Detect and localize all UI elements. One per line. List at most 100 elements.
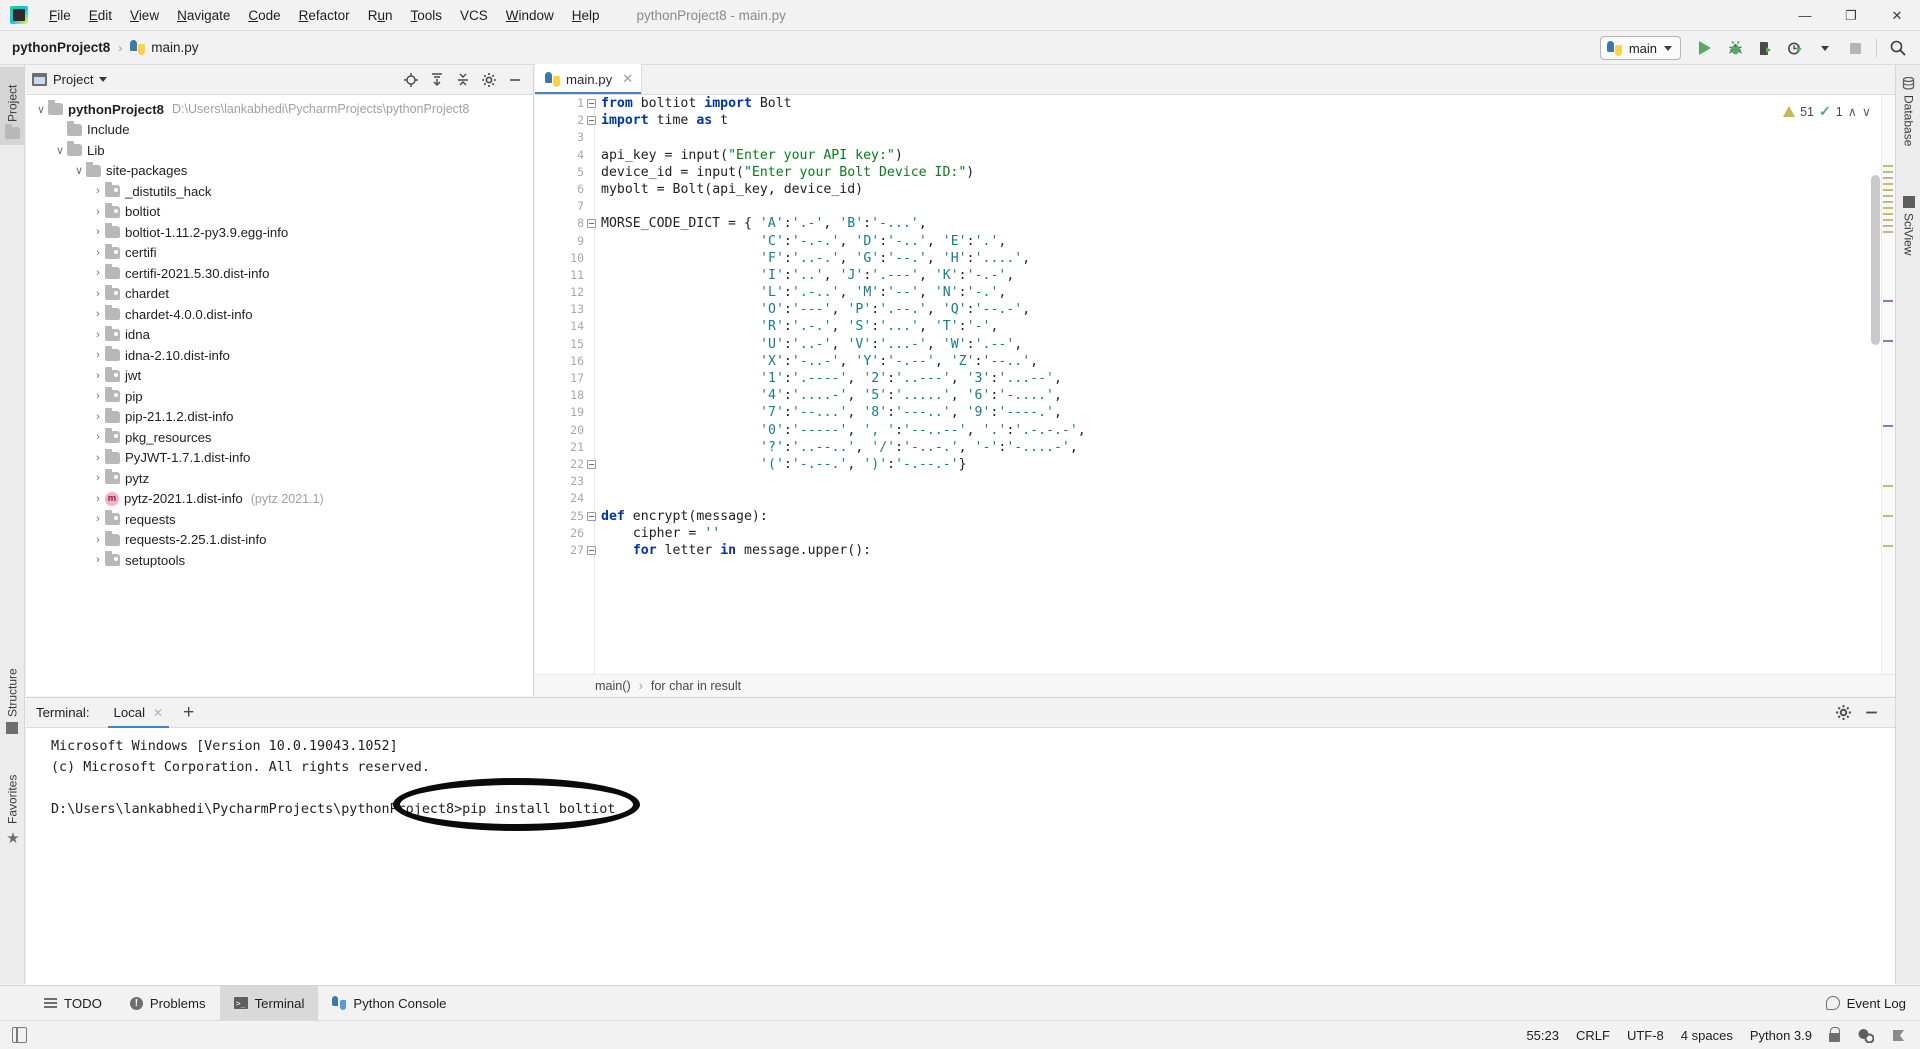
sidebar-item-database[interactable]: Database (1896, 71, 1920, 161)
chevron-down-icon[interactable]: ∨ (72, 164, 86, 178)
tree-item-chardet-4-0-0-dist-info[interactable]: › chardet-4.0.0.dist-info (26, 304, 533, 325)
chevron-right-icon[interactable]: › (91, 533, 105, 547)
collapse-all-button[interactable] (451, 68, 475, 92)
menu-item-vcs[interactable]: VCS (451, 4, 497, 27)
stop-button[interactable] (1841, 35, 1869, 61)
menu-item-edit[interactable]: Edit (80, 4, 121, 27)
menu-item-help[interactable]: Help (563, 4, 609, 27)
profile-button[interactable] (1781, 35, 1809, 61)
inspection-widget[interactable]: 51 ✓ 1 ∧ ∨ (1779, 101, 1875, 122)
chevron-right-icon[interactable]: › (91, 307, 105, 321)
previous-problem-button[interactable]: ∧ (1848, 104, 1857, 119)
chevron-down-icon[interactable] (99, 77, 108, 82)
tree-item-pythonproject8[interactable]: ∨ pythonProject8 D:\Users\lankabhedi\Pycha… (26, 99, 533, 120)
terminal-tab-local[interactable]: Local ✕ (106, 698, 172, 728)
tree-item-setuptools[interactable]: › setuptools (26, 550, 533, 571)
inspection-gear-icon[interactable] (1857, 1027, 1874, 1043)
file-encoding[interactable]: UTF-8 (1627, 1028, 1664, 1043)
tool-tab-todo[interactable]: TODO (30, 986, 116, 1021)
code-fold-marker[interactable] (587, 460, 596, 470)
terminal-output[interactable]: Microsoft Windows [Version 10.0.19043.10… (26, 728, 1895, 985)
code-fold-marker[interactable] (587, 219, 596, 229)
chevron-right-icon[interactable]: › (91, 410, 105, 424)
close-icon[interactable]: ✕ (153, 706, 163, 720)
tree-item-jwt[interactable]: › jwt (26, 366, 533, 387)
editor-body[interactable]: 1 2 3 4 5 6 7 8 9 10 11 12 13 14 15 16 17 18 19 20 21 22 23 24 2… (535, 95, 1895, 696)
close-icon[interactable]: ✕ (622, 71, 633, 87)
run-configuration-selector[interactable]: main (1599, 36, 1681, 60)
menu-item-run[interactable]: Run (359, 4, 402, 27)
tree-item-idna-2-10-dist-info[interactable]: › idna-2.10.dist-info (26, 345, 533, 366)
locate-file-button[interactable] (399, 68, 423, 92)
menu-item-tools[interactable]: Tools (401, 4, 451, 27)
chevron-right-icon[interactable]: › (91, 389, 105, 403)
chevron-right-icon[interactable]: › (91, 328, 105, 342)
indent-setting[interactable]: 4 spaces (1681, 1028, 1733, 1043)
menu-item-file[interactable]: File (40, 4, 80, 27)
tree-item-include[interactable]: ›Include (26, 120, 533, 141)
run-with-coverage-button[interactable] (1751, 35, 1779, 61)
tree-item-pytz[interactable]: › pytz (26, 468, 533, 489)
hide-panel-button[interactable] (503, 68, 527, 92)
editor-gutter[interactable]: 1 2 3 4 5 6 7 8 9 10 11 12 13 14 15 16 17 18 19 20 21 22 23 24 2… (535, 95, 596, 696)
chevron-down-icon[interactable]: ∨ (34, 102, 48, 116)
chevron-right-icon[interactable]: › (91, 451, 105, 465)
profile-dropdown-button[interactable] (1811, 35, 1839, 61)
tree-item-boltiot[interactable]: › boltiot (26, 202, 533, 223)
tree-item-pip[interactable]: › pip (26, 386, 533, 407)
chevron-right-icon[interactable]: › (91, 471, 105, 485)
chevron-right-icon[interactable]: › (91, 430, 105, 444)
tool-tab-python-console[interactable]: Python Console (318, 986, 460, 1021)
close-button[interactable]: ✕ (1874, 0, 1920, 31)
expand-all-button[interactable] (425, 68, 449, 92)
maximize-button[interactable]: ❐ (1828, 0, 1874, 31)
chevron-right-icon[interactable]: › (91, 348, 105, 362)
chevron-right-icon[interactable]: › (91, 246, 105, 260)
menu-item-navigate[interactable]: Navigate (168, 4, 239, 27)
breadcrumb-project[interactable]: pythonProject8 (12, 40, 110, 55)
editor-vertical-scrollbar[interactable] (1871, 175, 1880, 345)
search-everywhere-button[interactable] (1884, 35, 1912, 61)
caret-position[interactable]: 55:23 (1526, 1028, 1559, 1043)
tree-item-pkg-resources[interactable]: › pkg_resources (26, 427, 533, 448)
run-button[interactable] (1691, 35, 1719, 61)
menu-item-window[interactable]: Window (497, 4, 563, 27)
chevron-right-icon[interactable]: › (91, 512, 105, 526)
chevron-right-icon[interactable]: › (91, 492, 105, 506)
interpreter-label[interactable]: Python 3.9 (1750, 1028, 1812, 1043)
tree-item-boltiot-1-11-2-py3-9-egg-info[interactable]: › boltiot-1.11.2-py3.9.egg-info (26, 222, 533, 243)
lock-icon[interactable] (1829, 1026, 1840, 1042)
tree-item-idna[interactable]: › idna (26, 325, 533, 346)
debug-button[interactable] (1721, 35, 1749, 61)
sidebar-item-sciview[interactable]: SciView (1896, 190, 1920, 278)
editor-code[interactable]: from boltiot import Bolt import time as t… (601, 95, 1895, 696)
menu-item-code[interactable]: Code (239, 4, 289, 27)
minimize-button[interactable]: — (1782, 0, 1828, 31)
code-fold-marker[interactable] (587, 116, 596, 126)
chevron-right-icon[interactable]: › (91, 184, 105, 198)
chevron-right-icon[interactable]: › (91, 266, 105, 280)
code-fold-marker[interactable] (587, 511, 596, 521)
chevron-down-icon[interactable]: ∨ (53, 143, 67, 157)
sidebar-item-structure[interactable]: Structure (0, 645, 25, 740)
event-log-button[interactable]: Event Log (1825, 996, 1920, 1011)
breadcrumb-file[interactable]: main.py (151, 40, 198, 55)
terminal-settings-button[interactable] (1831, 701, 1855, 725)
chevron-right-icon[interactable]: › (91, 553, 105, 567)
chevron-right-icon[interactable]: › (91, 287, 105, 301)
editor-breadcrumb-item-0[interactable]: main() (595, 679, 631, 693)
tree-item-chardet[interactable]: › chardet (26, 284, 533, 305)
sidebar-item-project[interactable]: Project (0, 67, 25, 145)
tree-item-lib[interactable]: ∨ Lib (26, 140, 533, 161)
menu-item-view[interactable]: View (121, 4, 168, 27)
chevron-right-icon[interactable]: › (91, 225, 105, 239)
chevron-right-icon[interactable]: › (91, 205, 105, 219)
tree-item-requests-2-25-1-dist-info[interactable]: › requests-2.25.1.dist-info (26, 530, 533, 551)
ide-flag-icon[interactable] (1891, 1028, 1906, 1043)
tree-item-pyjwt-1-7-1-dist-info[interactable]: › PyJWT-1.7.1.dist-info (26, 448, 533, 469)
reader-mode-icon[interactable] (12, 1027, 27, 1043)
menu-item-refactor[interactable]: Refactor (290, 4, 359, 27)
tree-item-pip-21-1-2-dist-info[interactable]: › pip-21.1.2.dist-info (26, 407, 533, 428)
project-tree[interactable]: ∨ pythonProject8 D:\Users\lankabhedi\Pycha… (26, 95, 533, 695)
error-stripe[interactable] (1881, 95, 1895, 696)
